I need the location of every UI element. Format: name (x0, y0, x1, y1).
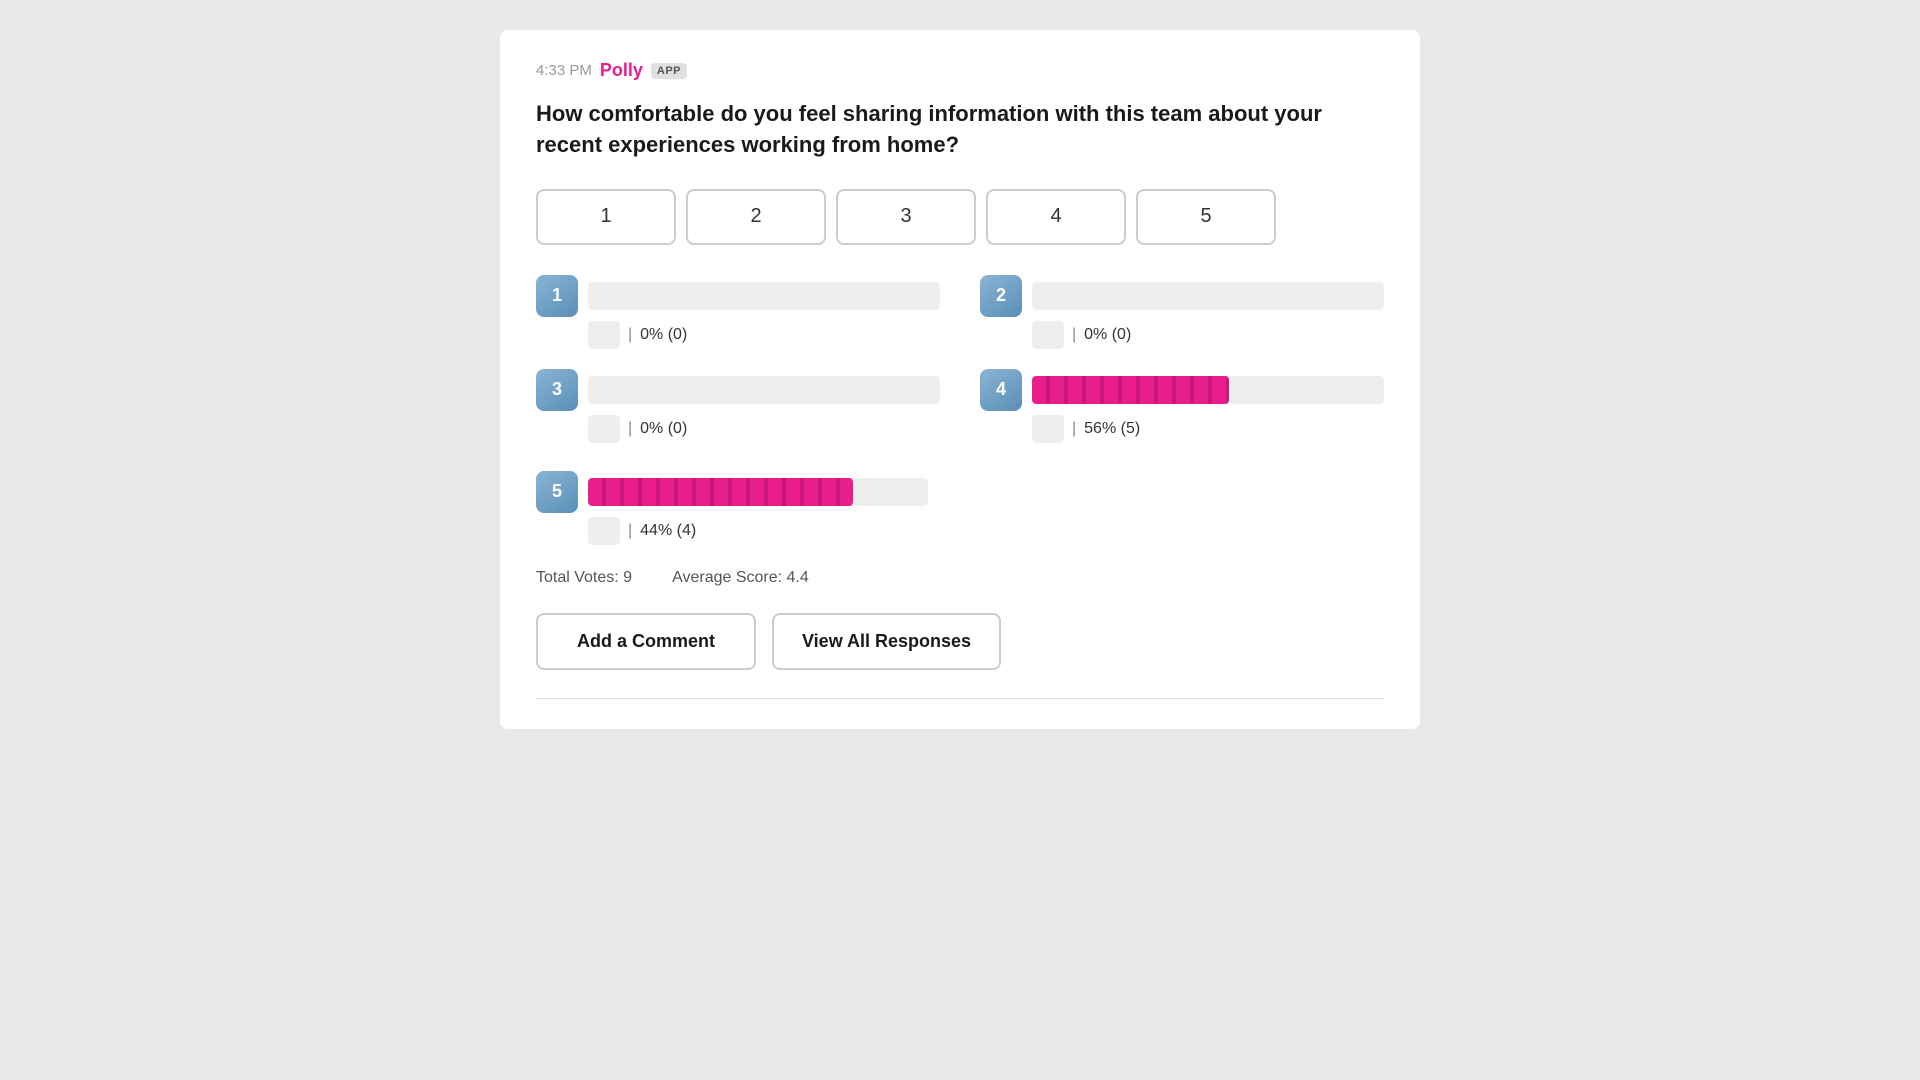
rating-btn-3[interactable]: 3 (836, 189, 976, 245)
result-item-3: 3 | 0% (0) (536, 369, 940, 443)
stat-box-3 (588, 415, 620, 443)
stat-box-5 (588, 517, 620, 545)
stat-sep-3: | (628, 420, 632, 438)
stat-box-4 (1032, 415, 1064, 443)
stat-text-5: 44% (4) (640, 522, 696, 540)
rating-buttons: 1 2 3 4 5 (536, 189, 1384, 245)
stat-sep-5: | (628, 522, 632, 540)
stat-row-3: | 0% (0) (536, 415, 940, 443)
bar-container-3 (588, 376, 940, 404)
bar-row-1: 1 (536, 275, 940, 317)
bar-row-4: 4 (980, 369, 1384, 411)
app-name: Polly (600, 60, 643, 81)
result-item-5: 5 | 44% (4) (536, 471, 1384, 545)
result-badge-5: 5 (536, 471, 578, 513)
stat-box-1 (588, 321, 620, 349)
bar-fill-5 (588, 478, 853, 506)
rating-btn-1[interactable]: 1 (536, 189, 676, 245)
stat-text-2: 0% (0) (1084, 326, 1131, 344)
add-comment-button[interactable]: Add a Comment (536, 613, 756, 670)
rating-btn-5[interactable]: 5 (1136, 189, 1276, 245)
result-item-1: 1 | 0% (0) (536, 275, 940, 349)
result-badge-3: 3 (536, 369, 578, 411)
avg-score-label: Average Score: 4.4 (672, 569, 809, 587)
rating-btn-2[interactable]: 2 (686, 189, 826, 245)
result-badge-1: 1 (536, 275, 578, 317)
stat-sep-1: | (628, 326, 632, 344)
stat-row-2: | 0% (0) (980, 321, 1384, 349)
result-item-4: 4 | 56% (5) (980, 369, 1384, 443)
view-all-button[interactable]: View All Responses (772, 613, 1001, 670)
stat-sep-2: | (1072, 326, 1076, 344)
question-text: How comfortable do you feel sharing info… (536, 99, 1384, 161)
bottom-divider (536, 698, 1384, 699)
page-wrapper: 4:33 PM Polly APP How comfortable do you… (0, 0, 1920, 1080)
result-badge-2: 2 (980, 275, 1022, 317)
header-row: 4:33 PM Polly APP (536, 60, 1384, 81)
stat-text-3: 0% (0) (640, 420, 687, 438)
poll-card: 4:33 PM Polly APP How comfortable do you… (500, 30, 1420, 729)
stat-row-4: | 56% (5) (980, 415, 1384, 443)
bar-container-2 (1032, 282, 1384, 310)
bar-row-2: 2 (980, 275, 1384, 317)
result-item-2: 2 | 0% (0) (980, 275, 1384, 349)
total-votes-label: Total Votes: 9 (536, 569, 632, 587)
stat-box-2 (1032, 321, 1064, 349)
totals-row: Total Votes: 9 Average Score: 4.4 (536, 569, 1384, 587)
actions-row: Add a Comment View All Responses (536, 613, 1384, 670)
timestamp: 4:33 PM (536, 62, 592, 79)
stat-row-5: | 44% (4) (536, 517, 1384, 545)
bar-fill-4 (1032, 376, 1229, 404)
bar-row-5: 5 (536, 471, 1384, 513)
results-grid: 1 | 0% (0) 2 (536, 275, 1384, 443)
stat-text-1: 0% (0) (640, 326, 687, 344)
rating-btn-4[interactable]: 4 (986, 189, 1126, 245)
bar-container-4 (1032, 376, 1384, 404)
bar-row-3: 3 (536, 369, 940, 411)
result-badge-4: 4 (980, 369, 1022, 411)
stat-sep-4: | (1072, 420, 1076, 438)
bar-container-1 (588, 282, 940, 310)
stat-row-1: | 0% (0) (536, 321, 940, 349)
bar-container-5 (588, 478, 928, 506)
app-badge: APP (651, 63, 687, 79)
stat-text-4: 56% (5) (1084, 420, 1140, 438)
